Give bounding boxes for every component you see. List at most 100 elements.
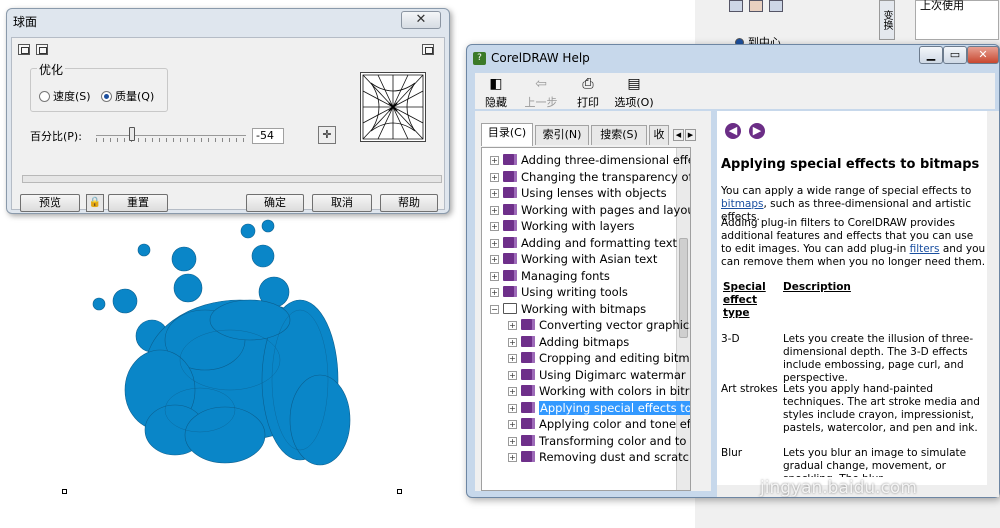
- percent-input[interactable]: -54: [252, 128, 284, 144]
- tab-contents[interactable]: 目录(C): [481, 123, 533, 146]
- book-icon: [503, 220, 517, 231]
- next-topic-icon[interactable]: ▶: [749, 123, 765, 139]
- expand-icon[interactable]: +: [490, 172, 499, 182]
- progress-bar: [22, 175, 442, 183]
- selection-handle-bottom-left[interactable]: [62, 489, 67, 494]
- toc-item-label: Adding bitmaps: [539, 334, 630, 349]
- expand-icon[interactable]: +: [508, 436, 517, 446]
- expand-icon[interactable]: +: [490, 255, 499, 264]
- toc-item[interactable]: + Adding three-dimensional effe: [490, 152, 690, 168]
- expand-icon[interactable]: +: [490, 238, 499, 248]
- transform-side-tab[interactable]: 变换: [879, 0, 895, 40]
- help-close-button[interactable]: ✕: [967, 46, 999, 64]
- back-tool[interactable]: ⇦ 上一步: [521, 75, 561, 110]
- toc-item[interactable]: + Converting vector graphics: [508, 317, 690, 333]
- previous-topic-icon[interactable]: ◀: [725, 123, 741, 139]
- auto-preview-lock-button[interactable]: 🔒: [86, 194, 104, 212]
- toc-item-label: Removing dust and scratc: [539, 450, 689, 464]
- expand-arrow-icon[interactable]: [422, 44, 434, 55]
- collapse-icon[interactable]: −: [490, 304, 499, 314]
- percent-slider-track[interactable]: [96, 135, 246, 136]
- toc-item[interactable]: + Transforming color and to: [508, 433, 686, 449]
- book-icon: [521, 434, 535, 446]
- filters-link[interactable]: filters: [910, 243, 940, 255]
- selection-handle-bottom-right[interactable]: [397, 489, 402, 494]
- options-tool[interactable]: ▤ 选项(O): [611, 75, 657, 110]
- quality-radio[interactable]: 质量(Q): [101, 88, 154, 104]
- sphere-center-preview[interactable]: [360, 72, 426, 142]
- reset-button[interactable]: 重置: [108, 194, 168, 212]
- table-of-contents[interactable]: + Adding three-dimensional effe + Changing …: [481, 147, 691, 491]
- tab-search[interactable]: 搜索(S): [591, 125, 647, 145]
- toc-item[interactable]: + Working with pages and layou: [490, 202, 690, 218]
- toc-item[interactable]: + Applying color and tone ef: [508, 416, 691, 432]
- toc-item-label: Applying color and tone ef: [539, 417, 691, 431]
- expand-icon[interactable]: +: [508, 403, 517, 413]
- toc-item[interactable]: + Using Digimarc watermar: [508, 367, 686, 383]
- expand-icon[interactable]: +: [508, 370, 517, 380]
- speed-radio[interactable]: 速度(S): [39, 88, 91, 104]
- topic-heading: Applying special effects to bitmaps: [721, 157, 980, 172]
- toc-item[interactable]: + Cropping and editing bitm: [508, 350, 690, 366]
- toc-item-label: Applying special effects to: [539, 400, 691, 415]
- expand-icon[interactable]: +: [508, 337, 517, 347]
- expand-icon[interactable]: +: [490, 156, 499, 165]
- toc-item-label: Managing fonts: [521, 268, 610, 283]
- toc-item[interactable]: − Working with bitmaps: [490, 301, 646, 317]
- dual-preview-toggle-icon[interactable]: [18, 44, 30, 55]
- watermark: jingyan.baidu.com: [760, 478, 917, 498]
- toc-item[interactable]: + Managing fonts: [490, 268, 610, 284]
- toc-item[interactable]: + Changing the transparency of: [490, 169, 690, 185]
- expand-icon[interactable]: +: [490, 288, 499, 297]
- book-icon: [521, 368, 535, 380]
- content-vertical-scrollbar[interactable]: [987, 111, 999, 497]
- close-button[interactable]: ✕: [401, 11, 441, 29]
- expand-icon[interactable]: +: [490, 222, 499, 231]
- pick-center-button[interactable]: ✛: [318, 126, 336, 144]
- docker-toolbar: [725, 0, 795, 16]
- single-preview-toggle-icon[interactable]: [36, 44, 48, 55]
- back-tool-label: 上一步: [524, 96, 558, 109]
- expand-icon[interactable]: +: [490, 189, 499, 198]
- maximize-button[interactable]: ▭: [943, 46, 967, 64]
- cancel-button[interactable]: 取消: [312, 194, 372, 212]
- expand-icon[interactable]: +: [490, 271, 499, 281]
- ok-button[interactable]: 确定: [246, 194, 304, 212]
- percent-slider-thumb[interactable]: [129, 127, 135, 141]
- toc-item-label: Working with bitmaps: [521, 301, 647, 316]
- expand-icon[interactable]: +: [508, 354, 517, 363]
- docker-icon-2[interactable]: [749, 0, 763, 12]
- expand-icon[interactable]: +: [508, 420, 517, 429]
- speed-radio-label: 速度(S): [53, 90, 91, 103]
- book-icon: [521, 451, 535, 462]
- toc-item-selected[interactable]: + Applying special effects to: [508, 400, 691, 416]
- hide-tool[interactable]: ◧ 隐藏: [481, 75, 511, 110]
- tab-index[interactable]: 索引(N): [535, 125, 589, 145]
- book-icon: [503, 187, 517, 198]
- toc-item[interactable]: + Using lenses with objects: [490, 185, 667, 201]
- toc-item[interactable]: + Using writing tools: [490, 284, 628, 300]
- minimize-button[interactable]: ▁: [919, 46, 943, 64]
- toc-item[interactable]: + Adding and formatting text: [490, 235, 677, 251]
- bitmaps-link[interactable]: bitmaps: [721, 198, 764, 210]
- print-tool[interactable]: ⎙ 打印: [573, 75, 603, 110]
- book-icon: [521, 385, 535, 396]
- toc-item[interactable]: + Removing dust and scratc: [508, 449, 689, 465]
- tab-favorites[interactable]: 收: [649, 125, 669, 145]
- quality-radio-label: 质量(Q): [115, 90, 155, 103]
- toc-item[interactable]: + Working with colors in bitr: [508, 383, 689, 399]
- expand-icon[interactable]: +: [508, 387, 517, 396]
- expand-icon[interactable]: +: [508, 321, 517, 330]
- tab-scroll-right-icon[interactable]: ▶: [685, 129, 696, 141]
- preview-button[interactable]: 预览: [20, 194, 80, 212]
- toc-item[interactable]: + Adding bitmaps: [508, 334, 629, 350]
- expand-icon[interactable]: +: [490, 205, 499, 215]
- toc-item[interactable]: + Working with layers: [490, 218, 634, 234]
- hide-pane-icon: ◧: [489, 76, 503, 92]
- docker-icon-3[interactable]: [769, 0, 783, 12]
- expand-icon[interactable]: +: [508, 453, 517, 462]
- help-button[interactable]: 帮助: [380, 194, 438, 212]
- tab-scroll-left-icon[interactable]: ◀: [673, 129, 684, 141]
- toc-item[interactable]: + Working with Asian text: [490, 251, 657, 267]
- docker-icon-1[interactable]: [729, 0, 743, 12]
